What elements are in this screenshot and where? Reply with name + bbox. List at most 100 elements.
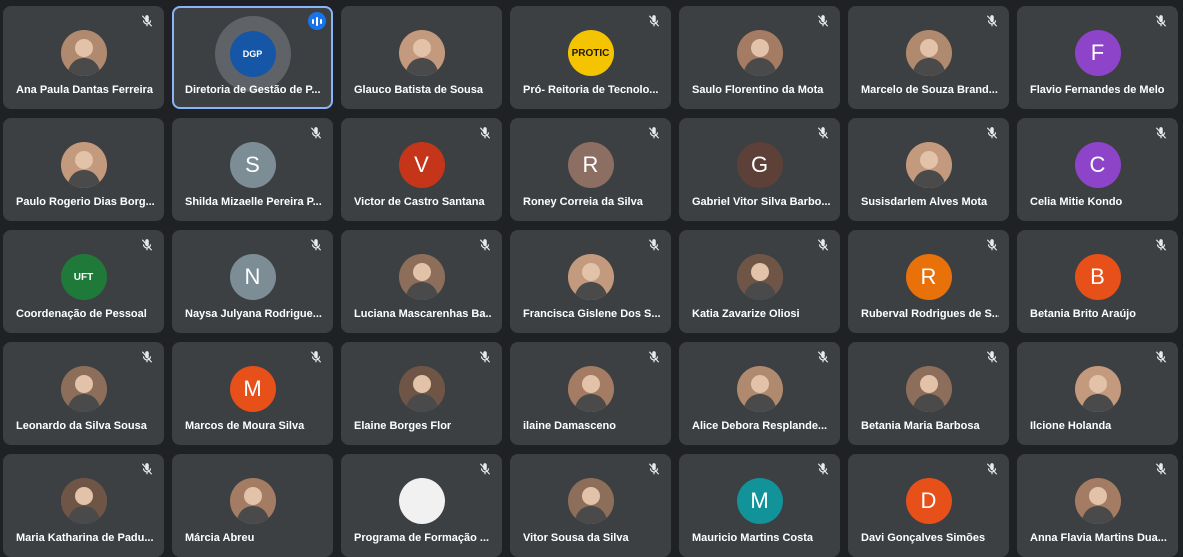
participant-tile[interactable]: Marcelo de Souza Brand...: [848, 6, 1009, 109]
avatar-photo: [60, 478, 107, 524]
avatar-initial: R: [905, 254, 952, 300]
participant-name: Saulo Florentino da Mota: [692, 84, 824, 96]
participant-tile[interactable]: Márcia Abreu: [172, 454, 333, 557]
participant-name: Ruberval Rodrigues de S...: [861, 308, 999, 320]
participant-name: Elaine Borges Flor: [354, 420, 452, 432]
participant-name: Betania Maria Barbosa: [861, 420, 980, 432]
avatar-initial: M: [229, 366, 276, 412]
mic-off-icon: [985, 126, 999, 140]
participant-tile[interactable]: N Naysa Julyana Rodrigue...: [172, 230, 333, 333]
avatar-logo: PROTIC: [567, 30, 614, 76]
participant-tile[interactable]: Katia Zavarize Oliosi: [679, 230, 840, 333]
mic-off-icon: [309, 238, 323, 252]
mic-off-icon: [309, 126, 323, 140]
mic-off-icon: [647, 126, 661, 140]
avatar-photo: [736, 366, 783, 412]
participant-name: Flavio Fernandes de Melo: [1030, 84, 1165, 96]
participant-name: Davi Gonçalves Simões: [861, 532, 986, 544]
participant-tile[interactable]: R Ruberval Rodrigues de S...: [848, 230, 1009, 333]
participant-name: Shilda Mizaelle Pereira P...: [185, 196, 322, 208]
participant-tile[interactable]: Luciana Mascarenhas Ba...: [341, 230, 502, 333]
avatar-photo: [60, 30, 107, 76]
avatar-photo: [398, 254, 445, 300]
participant-tile[interactable]: Anna Flavia Martins Dua...: [1017, 454, 1178, 557]
avatar-photo: [905, 30, 952, 76]
participant-tile[interactable]: Saulo Florentino da Mota: [679, 6, 840, 109]
participant-name: Pró- Reitoria de Tecnolo...: [523, 84, 659, 96]
mic-off-icon: [478, 126, 492, 140]
mic-off-icon: [1154, 350, 1168, 364]
participant-tile[interactable]: M Mauricio Martins Costa: [679, 454, 840, 557]
avatar-photo: [736, 30, 783, 76]
mic-off-icon: [1154, 14, 1168, 28]
participant-tile[interactable]: Leonardo da Silva Sousa: [3, 342, 164, 445]
participant-tile[interactable]: Ilcione Holanda: [1017, 342, 1178, 445]
avatar-logo: [398, 478, 445, 524]
participant-name: Susisdarlem Alves Mota: [861, 196, 988, 208]
participant-tile[interactable]: PROTIC Pró- Reitoria de Tecnolo...: [510, 6, 671, 109]
avatar-photo: [60, 366, 107, 412]
participant-name: Alice Debora Resplande...: [692, 420, 828, 432]
participant-name: Naysa Julyana Rodrigue...: [185, 308, 322, 320]
participant-name: Marcelo de Souza Brand...: [861, 84, 998, 96]
participant-tile[interactable]: Ana Paula Dantas Ferreira: [3, 6, 164, 109]
mic-off-icon: [647, 350, 661, 364]
mic-off-icon: [985, 462, 999, 476]
mic-off-icon: [1154, 462, 1168, 476]
avatar-initial: F: [1074, 30, 1121, 76]
participant-tile[interactable]: B Betania Brito Araújo: [1017, 230, 1178, 333]
mic-off-icon: [647, 462, 661, 476]
participant-tile[interactable]: Alice Debora Resplande...: [679, 342, 840, 445]
participant-tile[interactable]: UFT Coordenação de Pessoal: [3, 230, 164, 333]
participant-tile[interactable]: Susisdarlem Alves Mota: [848, 118, 1009, 221]
participant-name: Programa de Formação ...: [354, 532, 490, 544]
participant-name: Diretoria de Gestão de P...: [185, 84, 321, 96]
participant-tile[interactable]: Programa de Formação ...: [341, 454, 502, 557]
avatar-photo: [567, 366, 614, 412]
participant-tile[interactable]: Betania Maria Barbosa: [848, 342, 1009, 445]
audio-activity-icon: [308, 12, 326, 30]
participant-name: Luciana Mascarenhas Ba...: [354, 308, 492, 320]
participant-name: Francisca Gislene Dos S...: [523, 308, 661, 320]
participant-name: Gabriel Vitor Silva Barbo...: [692, 196, 830, 208]
participant-tile[interactable]: R Roney Correia da Silva: [510, 118, 671, 221]
participant-tile[interactable]: V Victor de Castro Santana: [341, 118, 502, 221]
participant-tile[interactable]: Vitor Sousa da Silva: [510, 454, 671, 557]
participant-tile[interactable]: S Shilda Mizaelle Pereira P...: [172, 118, 333, 221]
avatar-initial: V: [398, 142, 445, 188]
participant-name: ilaine Damasceno: [523, 420, 616, 432]
avatar-initial: G: [736, 142, 783, 188]
participant-name: Leonardo da Silva Sousa: [16, 420, 147, 432]
participant-tile[interactable]: G Gabriel Vitor Silva Barbo...: [679, 118, 840, 221]
participant-name: Ana Paula Dantas Ferreira: [16, 84, 153, 96]
participant-name: Victor de Castro Santana: [354, 196, 485, 208]
participant-tile[interactable]: F Flavio Fernandes de Melo: [1017, 6, 1178, 109]
participant-tile[interactable]: Elaine Borges Flor: [341, 342, 502, 445]
mic-off-icon: [478, 350, 492, 364]
mic-off-icon: [647, 238, 661, 252]
participant-tile[interactable]: M Marcos de Moura Silva: [172, 342, 333, 445]
participant-tile[interactable]: Francisca Gislene Dos S...: [510, 230, 671, 333]
participant-tile[interactable]: DGP Diretoria de Gestão de P...: [172, 6, 333, 109]
participant-tile[interactable]: C Celia Mitie Kondo: [1017, 118, 1178, 221]
avatar-initial: S: [229, 142, 276, 188]
mic-off-icon: [985, 14, 999, 28]
avatar-photo: [736, 254, 783, 300]
mic-off-icon: [140, 238, 154, 252]
participant-tile[interactable]: ilaine Damasceno: [510, 342, 671, 445]
mic-off-icon: [140, 350, 154, 364]
org-logo: DGP: [229, 31, 276, 77]
participant-tile[interactable]: Maria Katharina de Padu...: [3, 454, 164, 557]
mic-off-icon: [1154, 126, 1168, 140]
participant-tile[interactable]: Glauco Batista de Sousa: [341, 6, 502, 109]
mic-off-icon: [478, 462, 492, 476]
mic-off-icon: [985, 238, 999, 252]
participant-name: Coordenação de Pessoal: [16, 308, 147, 320]
participant-tile[interactable]: Paulo Rogerio Dias Borg...: [3, 118, 164, 221]
participant-tile[interactable]: D Davi Gonçalves Simões: [848, 454, 1009, 557]
avatar-photo: [398, 30, 445, 76]
avatar-photo: [1074, 366, 1121, 412]
mic-off-icon: [140, 14, 154, 28]
participant-name: Márcia Abreu: [185, 532, 255, 544]
avatar-initial: B: [1074, 254, 1121, 300]
